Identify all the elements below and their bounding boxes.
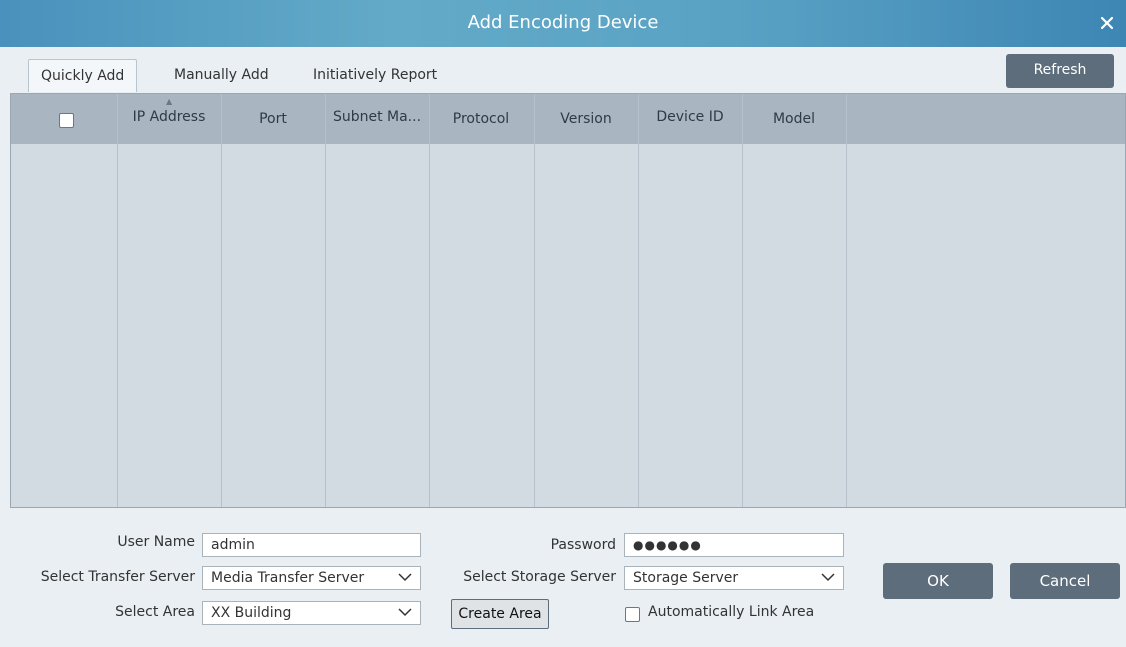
tab-quickly-add[interactable]: Quickly Add xyxy=(28,59,138,92)
tab-initiatively-report[interactable]: Initiatively Report xyxy=(301,59,449,91)
cancel-button[interactable]: Cancel xyxy=(1010,563,1120,599)
column-divider xyxy=(221,94,222,507)
transfer-server-value: Media Transfer Server xyxy=(211,570,365,586)
area-select[interactable]: XX Building xyxy=(202,601,421,625)
column-header-version[interactable]: Version xyxy=(534,94,638,144)
column-header-device-id[interactable]: Device ID xyxy=(638,94,742,144)
device-settings-form: User Name admin Password ●●●●●● Select T… xyxy=(0,508,1126,647)
password-input[interactable]: ●●●●●● xyxy=(624,533,844,557)
column-divider xyxy=(638,94,639,507)
user-name-label: User Name xyxy=(117,534,195,550)
device-table: ▲ IP Address Port Subnet Ma... Protocol … xyxy=(10,93,1126,508)
storage-server-select[interactable]: Storage Server xyxy=(624,566,844,590)
auto-link-area-label: Automatically Link Area xyxy=(648,604,815,620)
column-header-model[interactable]: Model xyxy=(742,94,846,144)
area-value: XX Building xyxy=(211,605,292,621)
storage-server-value: Storage Server xyxy=(633,570,739,586)
column-divider xyxy=(325,94,326,507)
transfer-server-label: Select Transfer Server xyxy=(40,569,195,585)
column-divider xyxy=(117,94,118,507)
ok-button[interactable]: OK xyxy=(883,563,993,599)
select-all-checkbox[interactable] xyxy=(59,113,74,128)
table-header: ▲ IP Address Port Subnet Ma... Protocol … xyxy=(11,94,1125,144)
password-label: Password xyxy=(550,537,616,553)
create-area-button[interactable]: Create Area xyxy=(451,599,549,629)
column-divider xyxy=(534,94,535,507)
auto-link-area-checkbox[interactable] xyxy=(625,607,640,622)
column-divider xyxy=(742,94,743,507)
user-name-input[interactable]: admin xyxy=(202,533,421,557)
title-bar: Add Encoding Device xyxy=(0,0,1126,47)
storage-server-label: Select Storage Server xyxy=(463,569,616,585)
chevron-down-icon xyxy=(821,573,835,582)
column-divider xyxy=(429,94,430,507)
column-header-protocol[interactable]: Protocol xyxy=(429,94,533,144)
dialog-title: Add Encoding Device xyxy=(467,12,659,33)
chevron-down-icon xyxy=(398,573,412,582)
column-divider xyxy=(846,94,847,507)
refresh-button[interactable]: Refresh xyxy=(1006,54,1114,88)
close-icon[interactable] xyxy=(1096,12,1118,34)
column-header-subnet-mask[interactable]: Subnet Ma... xyxy=(325,94,429,144)
add-encoding-device-dialog: Add Encoding Device Quickly Add Manually… xyxy=(0,0,1126,647)
column-header-port[interactable]: Port xyxy=(221,94,325,144)
transfer-server-select[interactable]: Media Transfer Server xyxy=(202,566,421,590)
area-label: Select Area xyxy=(115,604,195,620)
chevron-down-icon xyxy=(398,608,412,617)
column-header-ip-address[interactable]: IP Address xyxy=(117,94,221,144)
tab-bar: Quickly Add Manually Add Initiatively Re… xyxy=(10,50,1120,92)
tab-manually-add[interactable]: Manually Add xyxy=(162,59,281,91)
